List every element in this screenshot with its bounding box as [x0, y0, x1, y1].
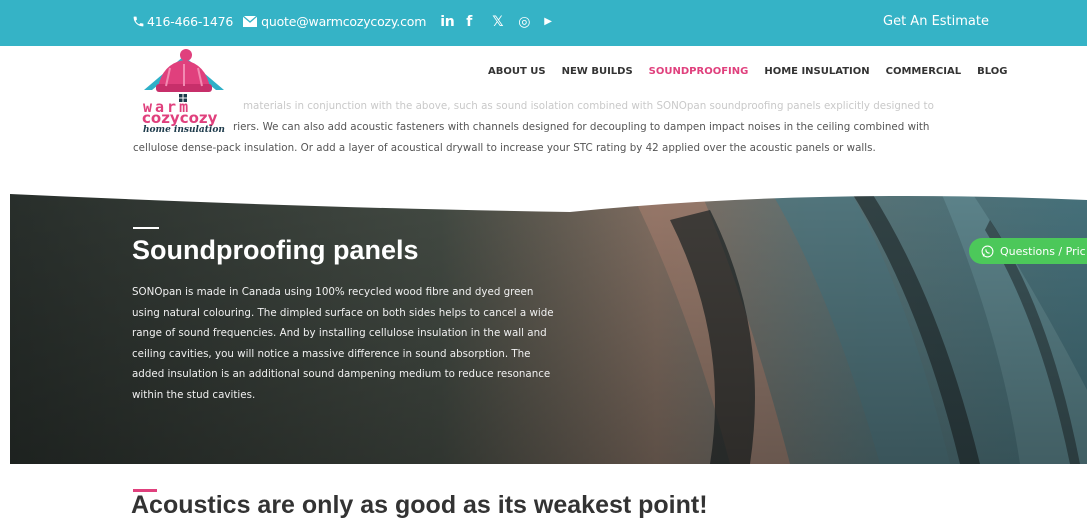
intro-line-2: riers. We can also add acoustic fastener…	[233, 121, 930, 133]
main-nav: ABOUT US NEW BUILDS SOUNDPROOFING HOME I…	[488, 66, 1007, 77]
intro-paragraph: materials in conjunction with the above,…	[133, 96, 973, 159]
nav-about-us[interactable]: ABOUT US	[488, 66, 546, 77]
email-link[interactable]: quote@warmcozycozy.com	[261, 14, 426, 29]
intro-line-1: materials in conjunction with the above,…	[243, 100, 934, 112]
logo-text-home-insulation: home insulation	[143, 125, 225, 135]
section-title: Acoustics are only as good as its weakes…	[131, 491, 708, 519]
top-bar: 416-466-1476 quote@warmcozycozy.com in f…	[0, 0, 1087, 46]
nav-blog[interactable]: BLOG	[977, 66, 1007, 77]
mail-icon	[243, 16, 258, 28]
hero-section: Soundproofing panels SONOpan is made in …	[10, 190, 1087, 464]
intro-line-3: cellulose dense-pack insulation. Or add …	[133, 142, 876, 154]
nav-new-builds[interactable]: NEW BUILDS	[562, 66, 633, 77]
chat-label: Questions / Pric	[1000, 244, 1086, 258]
youtube-icon[interactable]: ▶	[544, 15, 558, 29]
x-twitter-icon[interactable]: 𝕏	[492, 15, 506, 29]
whatsapp-icon	[981, 245, 994, 258]
whatsapp-chat-button[interactable]: Questions / Pric	[969, 238, 1087, 264]
instagram-icon[interactable]: ◎	[518, 15, 532, 29]
hero-body: SONOpan is made in Canada using 100% rec…	[132, 286, 554, 401]
get-estimate-link[interactable]: Get An Estimate	[883, 14, 989, 29]
hero-title: Soundproofing panels	[132, 235, 419, 265]
linkedin-icon[interactable]: in	[440, 15, 455, 29]
nav-commercial[interactable]: COMMERCIAL	[886, 66, 961, 77]
phone-link[interactable]: 416-466-1476	[147, 14, 233, 29]
social-links: in f 𝕏 ◎ ▶	[440, 15, 558, 29]
contact-info: 416-466-1476 quote@warmcozycozy.com in f…	[131, 14, 558, 29]
nav-soundproofing[interactable]: SOUNDPROOFING	[649, 66, 749, 77]
phone-icon	[131, 15, 145, 29]
house-hat-icon	[144, 49, 224, 102]
title-rule	[133, 227, 159, 229]
site-logo[interactable]: warm cozycozy home insulation	[136, 46, 232, 142]
nav-home-insulation[interactable]: HOME INSULATION	[764, 66, 869, 77]
facebook-icon[interactable]: f	[466, 15, 480, 29]
